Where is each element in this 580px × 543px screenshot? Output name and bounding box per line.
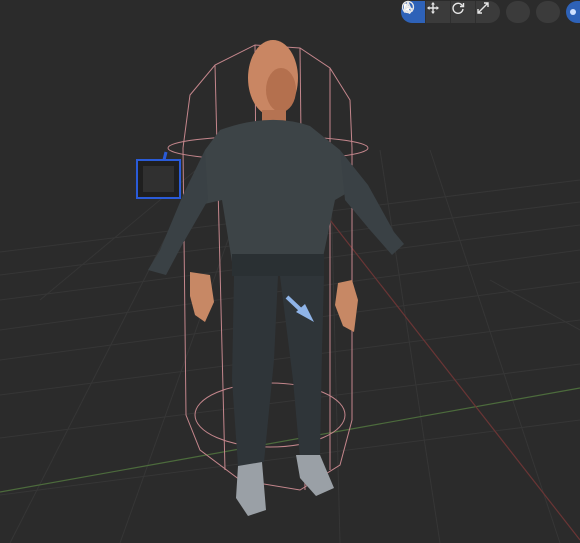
viewport-toolbar <box>401 0 580 24</box>
rotate-icon <box>452 2 465 14</box>
camera-gizmo-button[interactable] <box>401 0 530 23</box>
scale-icon <box>477 2 489 14</box>
transform-tools <box>401 1 500 23</box>
transform-gizmo-icon <box>401 0 415 14</box>
transform-gizmo-button[interactable] <box>401 0 560 23</box>
local-space-toggle-icon <box>570 9 576 15</box>
light-gizmo <box>136 151 181 199</box>
scale-tool-button[interactable] <box>475 1 500 23</box>
3d-viewport[interactable] <box>0 0 580 543</box>
scene-canvas[interactable] <box>0 0 580 543</box>
z-axis-line <box>329 219 580 541</box>
move-tool-button[interactable] <box>425 1 450 23</box>
rotate-tool-button[interactable] <box>450 1 475 23</box>
move-icon <box>427 2 439 14</box>
local-space-toggle[interactable] <box>566 1 580 23</box>
character-model <box>148 40 404 516</box>
x-axis-line <box>0 387 580 493</box>
